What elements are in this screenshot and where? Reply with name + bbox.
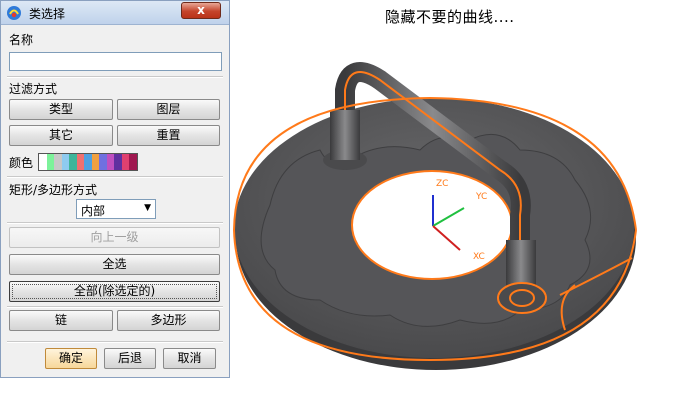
dialog-title: 类选择 (29, 7, 66, 21)
filter-other-button[interactable]: 其它 (9, 125, 113, 146)
z-axis-label: ZC (436, 179, 448, 189)
up-one-level-button[interactable]: 向上一级 (9, 227, 220, 248)
cue-line-prompt: 隐藏不要的曲线.... (385, 8, 515, 26)
left-boss-column (330, 110, 360, 160)
filter-layer-button[interactable]: 图层 (117, 99, 220, 120)
name-label: 名称 (9, 33, 34, 47)
filter-type-button[interactable]: 类型 (9, 99, 113, 120)
x-axis-label: XC (473, 252, 485, 262)
select-all-button[interactable]: 全选 (9, 254, 220, 275)
rect-polygon-label: 矩形/多边形方式 (9, 183, 98, 197)
graphics-viewport[interactable]: ZC YC XC (230, 28, 682, 378)
rect-mode-value: 内部 (81, 204, 106, 218)
filter-label: 过滤方式 (9, 82, 58, 96)
title-bar[interactable]: 类选择 x (1, 1, 229, 25)
select-all-except-button[interactable]: 全部(除选定的) (9, 281, 220, 302)
close-icon: x (197, 3, 205, 17)
app-logo-icon (7, 6, 21, 20)
color-swatch-cell (84, 154, 92, 170)
color-swatch-cell (114, 154, 122, 170)
divider (7, 341, 223, 343)
divider (7, 306, 223, 308)
color-swatch-cell (106, 154, 115, 170)
close-button[interactable]: x (181, 2, 221, 19)
divider (7, 176, 223, 178)
color-swatch-cell (39, 154, 47, 170)
divider (7, 76, 223, 78)
name-input[interactable] (9, 52, 222, 71)
color-swatch-cell (69, 154, 77, 170)
filter-reset-button[interactable]: 重置 (117, 125, 220, 146)
color-swatch-cell (99, 154, 107, 170)
color-swatch-cell (54, 154, 62, 170)
ok-button[interactable]: 确定 (45, 348, 97, 369)
chain-button[interactable]: 链 (9, 310, 113, 331)
color-swatch-cell (121, 154, 130, 170)
polygon-button[interactable]: 多边形 (117, 310, 220, 331)
divider (7, 222, 223, 224)
color-swatch-cell (46, 154, 55, 170)
part-model[interactable] (233, 62, 637, 370)
color-filter-swatch[interactable] (38, 153, 138, 171)
y-axis-label: YC (475, 192, 487, 202)
color-swatch-cell (61, 154, 70, 170)
back-button[interactable]: 后退 (104, 348, 156, 369)
right-boss-base-curve[interactable] (497, 282, 547, 314)
color-swatch-cell (129, 154, 137, 170)
chevron-down-icon: ▼ (144, 203, 151, 213)
cancel-button[interactable]: 取消 (163, 348, 216, 369)
class-selection-dialog: 类选择 x 名称 过滤方式 类型 图层 其它 重置 颜色 矩形/多边形方式 内部… (0, 0, 230, 378)
color-swatch-cell (91, 154, 100, 170)
status-strip (0, 378, 682, 404)
color-label: 颜色 (9, 156, 34, 170)
rect-mode-select[interactable]: 内部 ▼ (76, 199, 156, 219)
color-swatch-cell (76, 154, 85, 170)
